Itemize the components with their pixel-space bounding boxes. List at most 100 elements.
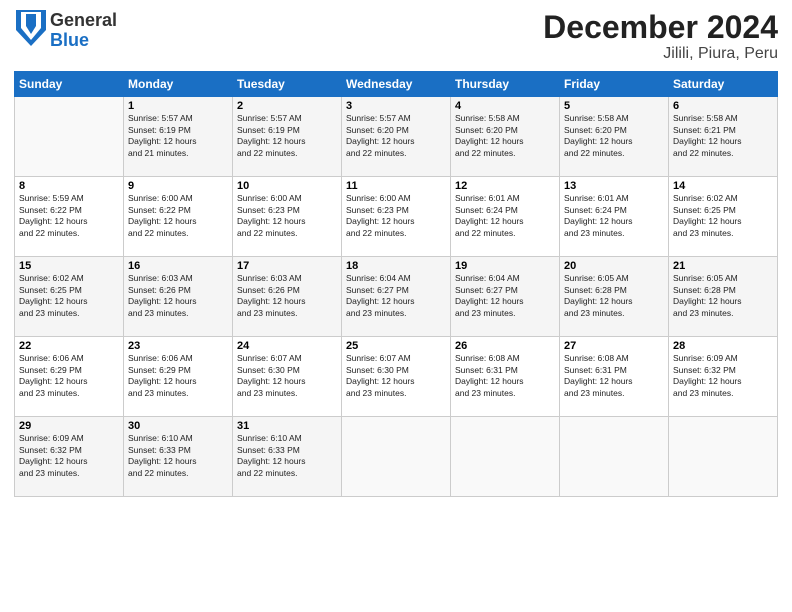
calendar-week-row: 22Sunrise: 6:06 AM Sunset: 6:29 PM Dayli…: [15, 337, 778, 417]
page: General Blue December 2024 Jilili, Piura…: [0, 0, 792, 612]
table-row: 12Sunrise: 6:01 AM Sunset: 6:24 PM Dayli…: [451, 177, 560, 257]
col-monday: Monday: [124, 72, 233, 97]
day-number: 31: [237, 420, 337, 432]
day-number: 5: [564, 100, 664, 112]
table-row: 3Sunrise: 5:57 AM Sunset: 6:20 PM Daylig…: [342, 97, 451, 177]
day-info: Sunrise: 6:07 AM Sunset: 6:30 PM Dayligh…: [237, 353, 337, 399]
table-row: 6Sunrise: 5:58 AM Sunset: 6:21 PM Daylig…: [669, 97, 778, 177]
day-number: 22: [19, 340, 119, 352]
day-info: Sunrise: 6:01 AM Sunset: 6:24 PM Dayligh…: [455, 193, 555, 239]
col-thursday: Thursday: [451, 72, 560, 97]
table-row: 16Sunrise: 6:03 AM Sunset: 6:26 PM Dayli…: [124, 257, 233, 337]
day-number: 29: [19, 420, 119, 432]
calendar-week-row: 29Sunrise: 6:09 AM Sunset: 6:32 PM Dayli…: [15, 417, 778, 497]
table-row: 21Sunrise: 6:05 AM Sunset: 6:28 PM Dayli…: [669, 257, 778, 337]
day-info: Sunrise: 6:08 AM Sunset: 6:31 PM Dayligh…: [564, 353, 664, 399]
title-block: December 2024 Jilili, Piura, Peru: [543, 10, 778, 63]
day-number: 28: [673, 340, 773, 352]
table-row: 25Sunrise: 6:07 AM Sunset: 6:30 PM Dayli…: [342, 337, 451, 417]
day-info: Sunrise: 6:07 AM Sunset: 6:30 PM Dayligh…: [346, 353, 446, 399]
table-row: 1Sunrise: 5:57 AM Sunset: 6:19 PM Daylig…: [124, 97, 233, 177]
table-row: 15Sunrise: 6:02 AM Sunset: 6:25 PM Dayli…: [15, 257, 124, 337]
day-info: Sunrise: 6:10 AM Sunset: 6:33 PM Dayligh…: [128, 433, 228, 479]
day-number: 17: [237, 260, 337, 272]
day-number: 19: [455, 260, 555, 272]
table-row: 22Sunrise: 6:06 AM Sunset: 6:29 PM Dayli…: [15, 337, 124, 417]
day-info: Sunrise: 5:57 AM Sunset: 6:19 PM Dayligh…: [128, 113, 228, 159]
table-row: 29Sunrise: 6:09 AM Sunset: 6:32 PM Dayli…: [15, 417, 124, 497]
table-row: 30Sunrise: 6:10 AM Sunset: 6:33 PM Dayli…: [124, 417, 233, 497]
day-info: Sunrise: 6:02 AM Sunset: 6:25 PM Dayligh…: [19, 273, 119, 319]
logo: General Blue: [14, 10, 117, 51]
day-info: Sunrise: 6:06 AM Sunset: 6:29 PM Dayligh…: [128, 353, 228, 399]
calendar-subtitle: Jilili, Piura, Peru: [543, 45, 778, 63]
day-number: 6: [673, 100, 773, 112]
day-info: Sunrise: 6:03 AM Sunset: 6:26 PM Dayligh…: [128, 273, 228, 319]
table-row: [669, 417, 778, 497]
day-info: Sunrise: 5:59 AM Sunset: 6:22 PM Dayligh…: [19, 193, 119, 239]
calendar-week-row: 15Sunrise: 6:02 AM Sunset: 6:25 PM Dayli…: [15, 257, 778, 337]
day-number: 1: [128, 100, 228, 112]
day-number: 23: [128, 340, 228, 352]
table-row: 17Sunrise: 6:03 AM Sunset: 6:26 PM Dayli…: [233, 257, 342, 337]
day-number: 9: [128, 180, 228, 192]
table-row: 2Sunrise: 5:57 AM Sunset: 6:19 PM Daylig…: [233, 97, 342, 177]
day-info: Sunrise: 6:05 AM Sunset: 6:28 PM Dayligh…: [673, 273, 773, 319]
col-friday: Friday: [560, 72, 669, 97]
table-row: 31Sunrise: 6:10 AM Sunset: 6:33 PM Dayli…: [233, 417, 342, 497]
day-info: Sunrise: 5:58 AM Sunset: 6:20 PM Dayligh…: [455, 113, 555, 159]
table-row: 13Sunrise: 6:01 AM Sunset: 6:24 PM Dayli…: [560, 177, 669, 257]
day-info: Sunrise: 5:58 AM Sunset: 6:21 PM Dayligh…: [673, 113, 773, 159]
table-row: 20Sunrise: 6:05 AM Sunset: 6:28 PM Dayli…: [560, 257, 669, 337]
day-info: Sunrise: 5:57 AM Sunset: 6:20 PM Dayligh…: [346, 113, 446, 159]
table-row: 19Sunrise: 6:04 AM Sunset: 6:27 PM Dayli…: [451, 257, 560, 337]
table-row: 8Sunrise: 5:59 AM Sunset: 6:22 PM Daylig…: [15, 177, 124, 257]
calendar-week-row: 8Sunrise: 5:59 AM Sunset: 6:22 PM Daylig…: [15, 177, 778, 257]
day-info: Sunrise: 6:00 AM Sunset: 6:23 PM Dayligh…: [237, 193, 337, 239]
col-tuesday: Tuesday: [233, 72, 342, 97]
table-row: 11Sunrise: 6:00 AM Sunset: 6:23 PM Dayli…: [342, 177, 451, 257]
day-number: 20: [564, 260, 664, 272]
day-info: Sunrise: 5:58 AM Sunset: 6:20 PM Dayligh…: [564, 113, 664, 159]
day-number: 12: [455, 180, 555, 192]
table-row: 26Sunrise: 6:08 AM Sunset: 6:31 PM Dayli…: [451, 337, 560, 417]
day-info: Sunrise: 6:04 AM Sunset: 6:27 PM Dayligh…: [346, 273, 446, 319]
day-info: Sunrise: 6:10 AM Sunset: 6:33 PM Dayligh…: [237, 433, 337, 479]
day-number: 30: [128, 420, 228, 432]
day-number: 10: [237, 180, 337, 192]
day-number: 24: [237, 340, 337, 352]
day-number: 16: [128, 260, 228, 272]
day-info: Sunrise: 6:00 AM Sunset: 6:23 PM Dayligh…: [346, 193, 446, 239]
day-info: Sunrise: 6:03 AM Sunset: 6:26 PM Dayligh…: [237, 273, 337, 319]
day-number: 2: [237, 100, 337, 112]
day-number: 4: [455, 100, 555, 112]
col-saturday: Saturday: [669, 72, 778, 97]
day-info: Sunrise: 6:09 AM Sunset: 6:32 PM Dayligh…: [19, 433, 119, 479]
table-row: 27Sunrise: 6:08 AM Sunset: 6:31 PM Dayli…: [560, 337, 669, 417]
day-info: Sunrise: 6:08 AM Sunset: 6:31 PM Dayligh…: [455, 353, 555, 399]
calendar-week-row: 1Sunrise: 5:57 AM Sunset: 6:19 PM Daylig…: [15, 97, 778, 177]
table-row: 18Sunrise: 6:04 AM Sunset: 6:27 PM Dayli…: [342, 257, 451, 337]
day-number: 26: [455, 340, 555, 352]
calendar-header-row: Sunday Monday Tuesday Wednesday Thursday…: [15, 72, 778, 97]
table-row: 28Sunrise: 6:09 AM Sunset: 6:32 PM Dayli…: [669, 337, 778, 417]
day-info: Sunrise: 6:06 AM Sunset: 6:29 PM Dayligh…: [19, 353, 119, 399]
day-info: Sunrise: 6:01 AM Sunset: 6:24 PM Dayligh…: [564, 193, 664, 239]
day-number: 27: [564, 340, 664, 352]
table-row: [342, 417, 451, 497]
day-info: Sunrise: 6:04 AM Sunset: 6:27 PM Dayligh…: [455, 273, 555, 319]
day-number: 21: [673, 260, 773, 272]
table-row: 9Sunrise: 6:00 AM Sunset: 6:22 PM Daylig…: [124, 177, 233, 257]
calendar-table: Sunday Monday Tuesday Wednesday Thursday…: [14, 71, 778, 497]
day-number: 25: [346, 340, 446, 352]
day-number: 14: [673, 180, 773, 192]
col-sunday: Sunday: [15, 72, 124, 97]
table-row: 10Sunrise: 6:00 AM Sunset: 6:23 PM Dayli…: [233, 177, 342, 257]
table-row: 24Sunrise: 6:07 AM Sunset: 6:30 PM Dayli…: [233, 337, 342, 417]
day-number: 13: [564, 180, 664, 192]
day-info: Sunrise: 6:02 AM Sunset: 6:25 PM Dayligh…: [673, 193, 773, 239]
col-wednesday: Wednesday: [342, 72, 451, 97]
day-number: 11: [346, 180, 446, 192]
table-row: [560, 417, 669, 497]
day-number: 15: [19, 260, 119, 272]
